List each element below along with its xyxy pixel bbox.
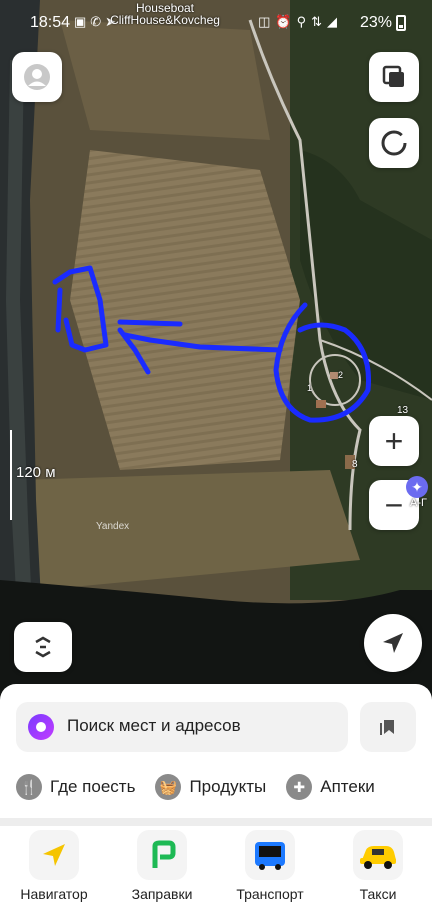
service-taxi[interactable]: Такси [324,826,432,910]
bookmarks-icon [380,720,394,735]
chip-label: Аптеки [320,777,375,796]
chip-where-to-eat[interactable]: 🍴 Где поесть [16,770,135,804]
service-label: Заправки [131,886,193,902]
bookmarks-button[interactable] [360,702,416,752]
pharmacy-cross-icon: ✚ [286,774,313,800]
compass-icon [381,130,407,156]
poi-label[interactable]: Houseboat CliffHouse&Kovcheg [105,2,225,26]
avatar-icon [24,64,50,90]
chip-groceries[interactable]: 🧺 Продукты [155,770,266,804]
search-input[interactable]: Поиск мест и адресов [16,702,348,752]
layers-icon [382,65,404,87]
search-row: Поиск мест и адресов [16,702,416,752]
status-time: 18:54 [30,14,71,31]
scale-bar [10,430,12,520]
service-navigator[interactable]: Навигатор [0,826,108,910]
profile-button[interactable] [12,52,62,102]
category-chips: 🍴 Где поесть 🧺 Продукты ✚ Аптеки [16,770,375,804]
compass-button[interactable] [369,118,419,168]
search-placeholder: Поиск мест и адресов [67,716,241,735]
basket-icon: 🧺 [155,774,182,800]
rotate-button[interactable] [14,622,72,672]
bus-icon [245,830,295,880]
services-bar: Навигатор Заправки Транспорт Такси [0,826,432,910]
rotate-icon [35,636,51,658]
map-scale: 120 м [0,430,60,520]
zoom-in-button[interactable]: + [369,416,419,466]
fuel-icon [137,830,187,880]
yandex-watermark: Yandex [96,521,130,532]
battery-indicator: 23% [360,14,406,32]
chip-pharmacies[interactable]: ✚ Аптеки [286,770,375,804]
offscreen-poi-label: А-Г [410,497,427,509]
fork-knife-icon: 🍴 [16,774,42,800]
satellite-imagery [0,0,432,700]
battery-percent: 23% [359,14,392,31]
navigator-icon [29,830,79,880]
scale-label: 120 м [16,464,56,481]
road-number: 13 [397,405,409,416]
battery-icon [396,15,406,31]
navigation-arrow-icon [383,633,403,653]
section-divider [0,818,432,826]
building-number: 2 [338,370,344,380]
service-label: Транспорт [236,886,304,902]
road-number: 8 [352,459,358,470]
taxi-icon [353,830,403,880]
bottom-sheet: Поиск мест и адресов 🍴 Где поесть 🧺 Прод… [0,684,432,910]
service-fuel[interactable]: Заправки [108,826,216,910]
alice-assistant-icon[interactable] [28,714,54,740]
offscreen-poi-marker[interactable]: ✦ [406,476,428,498]
chip-label: Где поесть [50,777,136,796]
layers-button[interactable] [369,52,419,102]
system-icons: ◫⏰⚲⇅◢ [258,14,342,29]
service-label: Такси [359,886,397,902]
service-transport[interactable]: Транспорт [216,826,324,910]
my-location-button[interactable] [364,614,422,672]
service-label: Навигатор [20,886,88,902]
building-number: 1 [307,383,313,393]
map-view[interactable]: 18:54 ▣✆➤ ◫⏰⚲⇅◢ 23% Houseboat CliffHouse… [0,0,432,700]
chip-label: Продукты [189,777,267,796]
